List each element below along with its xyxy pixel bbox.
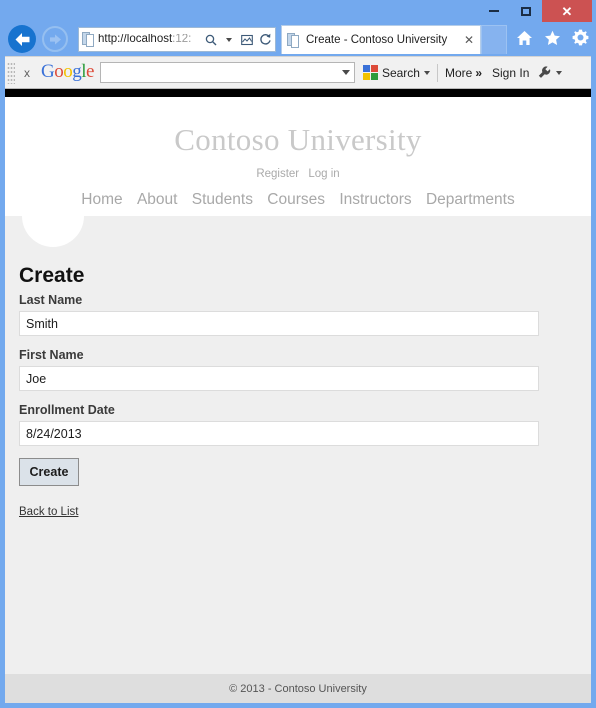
options-dropdown-icon[interactable] — [556, 70, 563, 75]
search-button-label: Search — [381, 65, 420, 80]
url-host: http://localhost — [98, 33, 173, 45]
url-text: http://localhost:12: — [98, 34, 203, 46]
home-icon[interactable] — [515, 28, 534, 47]
google-search-input[interactable] — [99, 62, 355, 83]
more-chevron-icon: » — [475, 65, 483, 80]
google-toolbar-close-button[interactable]: x — [15, 66, 39, 80]
logo-letter-e: e — [86, 61, 94, 82]
google-logo: Google — [41, 62, 94, 81]
auth-links: Register Log in — [5, 168, 591, 180]
last-name-input[interactable]: Smith — [19, 311, 539, 337]
nav-item-departments[interactable]: Departments — [426, 191, 515, 208]
forward-arrow-icon — [49, 34, 61, 44]
first-name-input[interactable]: Joe — [19, 366, 539, 392]
back-arrow-icon — [15, 32, 29, 46]
minimize-button[interactable] — [478, 0, 510, 22]
refresh-glyph — [259, 33, 271, 45]
search-icon[interactable] — [203, 31, 219, 49]
web-page: Contoso University Register Log in Home … — [5, 97, 591, 703]
google-sign-in-button[interactable]: Sign In — [492, 66, 529, 80]
browser-navigation-bar: http://localhost:12: Create - Contoso Un… — [0, 22, 596, 56]
enrollment-date-input[interactable]: 8/24/2013 — [19, 421, 539, 447]
close-icon: ✕ — [561, 3, 573, 19]
logo-letter-g1: G — [41, 61, 55, 82]
close-window-button[interactable]: ✕ — [542, 0, 592, 22]
browser-toolbar-icons — [515, 28, 590, 47]
toolbar-divider — [436, 63, 438, 82]
nav-item-instructors[interactable]: Instructors — [339, 191, 411, 208]
wrench-icon — [539, 65, 551, 78]
nav-item-courses[interactable]: Courses — [267, 191, 325, 208]
tab-page-icon — [287, 32, 300, 48]
login-link[interactable]: Log in — [308, 168, 339, 180]
page-title: Create — [19, 264, 85, 287]
new-tab-button[interactable] — [481, 25, 507, 54]
toolbar-grip-handle[interactable] — [7, 61, 15, 84]
minimize-icon — [489, 10, 499, 12]
footer-copyright: © 2013 - Contoso University — [229, 682, 367, 695]
google-toolbar: x Google Search More » Sign In — [5, 56, 591, 89]
tab-strip: Create - Contoso University ✕ — [281, 25, 507, 54]
register-link[interactable]: Register — [256, 168, 299, 180]
enrollment-date-label: Enrollment Date — [19, 403, 115, 418]
forward-button[interactable] — [42, 26, 68, 52]
maximize-icon — [521, 6, 531, 16]
more-label: More — [444, 65, 473, 80]
search-dropdown-icon[interactable] — [423, 70, 430, 75]
page-top-separator — [5, 89, 591, 97]
refresh-icon[interactable] — [257, 31, 273, 49]
page-document-icon — [82, 32, 95, 47]
back-to-list-link[interactable]: Back to List — [19, 506, 78, 518]
settings-gear-icon[interactable] — [571, 28, 590, 47]
google-squares-icon — [362, 65, 378, 80]
back-button[interactable] — [8, 25, 36, 53]
window-controls: ✕ — [478, 0, 592, 22]
browser-window: ✕ http://localhost:12: Create - Contoso … — [0, 0, 596, 708]
site-header: Contoso University Register Log in Home … — [5, 97, 591, 216]
star-glyph — [545, 30, 560, 45]
tab-title: Create - Contoso University — [306, 34, 448, 46]
maximize-button[interactable] — [510, 0, 542, 22]
site-brand-title: Contoso University — [174, 122, 422, 157]
url-port: :12: — [172, 33, 192, 45]
home-glyph — [517, 30, 532, 45]
tab-create-contoso-university[interactable]: Create - Contoso University ✕ — [281, 25, 481, 54]
compat-glyph — [241, 34, 253, 45]
tab-close-icon[interactable]: ✕ — [462, 33, 476, 47]
google-search-button[interactable]: Search — [362, 65, 430, 80]
nav-item-about[interactable]: About — [137, 191, 178, 208]
logo-letter-o1: o — [54, 61, 64, 82]
magnifier-glyph — [205, 34, 217, 45]
last-name-label: Last Name — [19, 293, 83, 308]
favorites-star-icon[interactable] — [543, 28, 562, 47]
first-name-label: First Name — [19, 348, 84, 363]
main-navigation: Home About Students Courses Instructors … — [5, 191, 591, 209]
google-options-button[interactable] — [538, 65, 563, 80]
logo-letter-o2: o — [63, 61, 73, 82]
nav-item-students[interactable]: Students — [192, 191, 253, 208]
search-history-chevron-icon[interactable] — [341, 70, 350, 75]
chevron-down-icon[interactable] — [221, 31, 237, 49]
site-footer: © 2013 - Contoso University — [5, 674, 591, 703]
gear-glyph — [572, 29, 589, 46]
create-student-form: Create Last Name Smith First Name Joe En… — [5, 216, 539, 520]
address-bar[interactable]: http://localhost:12: — [78, 27, 276, 52]
address-bar-icons — [203, 31, 273, 49]
google-more-button[interactable]: More » — [445, 66, 482, 80]
logo-letter-g2: g — [72, 61, 82, 82]
title-bar: ✕ — [0, 0, 596, 22]
page-content: Create Last Name Smith First Name Joe En… — [5, 185, 591, 674]
compatibility-view-icon[interactable] — [239, 31, 255, 49]
create-submit-button[interactable]: Create — [19, 458, 79, 487]
nav-item-home[interactable]: Home — [81, 191, 122, 208]
